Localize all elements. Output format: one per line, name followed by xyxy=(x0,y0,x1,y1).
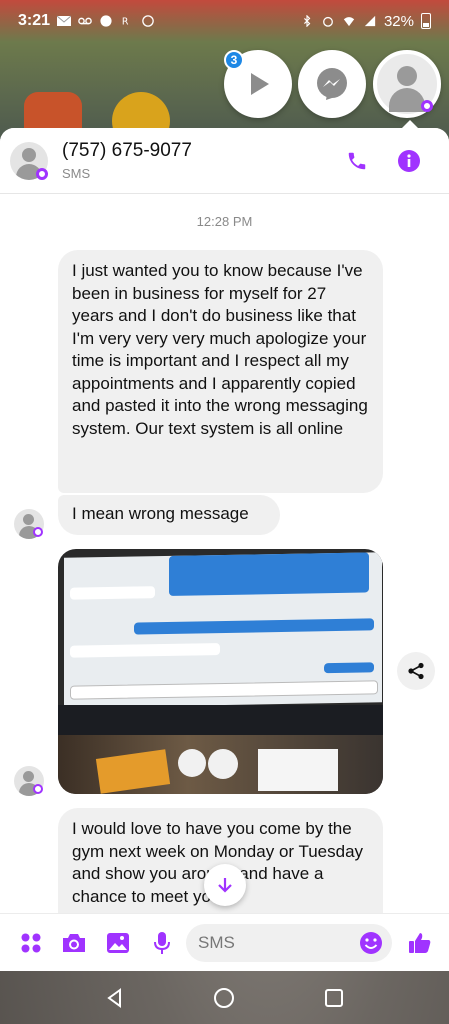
chat-head-status-dot xyxy=(421,100,433,112)
photo-monitor-screen xyxy=(64,552,382,708)
chat-window: (757) 675-9077 SMS 12:28 PM I just wante… xyxy=(0,128,449,971)
message-timestamp: 12:28 PM xyxy=(196,214,253,229)
recents-button[interactable] xyxy=(322,986,346,1010)
image-icon xyxy=(107,933,129,953)
scroll-to-bottom-button[interactable] xyxy=(204,864,246,906)
photo-detail xyxy=(70,586,155,600)
bluetooth-icon xyxy=(304,15,311,27)
battery-icon xyxy=(421,13,431,29)
avatar-body xyxy=(389,88,425,112)
home-icon xyxy=(214,987,235,1008)
mic-icon xyxy=(154,932,170,954)
status-time: 3:21 xyxy=(18,12,51,29)
photo-detail xyxy=(258,749,338,791)
app-notification-icon xyxy=(100,15,112,27)
notification-badge: 3 xyxy=(224,50,244,70)
photo-taskbar xyxy=(58,705,383,735)
more-actions-button[interactable] xyxy=(18,930,44,956)
message-bubble[interactable]: I just wanted you to know because I've b… xyxy=(58,250,383,493)
back-icon xyxy=(107,987,121,1008)
signal-icon xyxy=(364,15,376,27)
contact-subtitle: SMS xyxy=(62,166,91,181)
home-button[interactable] xyxy=(212,986,236,1010)
header-status-dot xyxy=(36,168,48,180)
camera-button[interactable] xyxy=(61,930,87,956)
like-button[interactable] xyxy=(407,930,433,956)
emoji-button[interactable] xyxy=(358,930,384,956)
contact-name[interactable]: (757) 675-9077 xyxy=(62,140,192,162)
menu-dots-icon xyxy=(21,933,41,953)
photo-detail xyxy=(169,552,369,596)
mail-icon xyxy=(57,15,72,26)
emoji-icon xyxy=(360,932,382,954)
navigation-bar xyxy=(0,971,449,1024)
info-icon xyxy=(398,150,420,172)
photo-detail xyxy=(70,643,220,658)
composer xyxy=(0,913,449,971)
message-bubble[interactable]: I mean wrong message xyxy=(58,495,280,535)
messenger-icon xyxy=(317,68,347,100)
photo-detail xyxy=(134,618,374,635)
status-bar: 3:21 R 32% xyxy=(0,0,449,42)
wifi-icon xyxy=(343,17,355,27)
avatar-head xyxy=(23,771,34,782)
voice-button[interactable] xyxy=(149,930,175,956)
avatar-head xyxy=(397,66,417,86)
arrow-down-icon xyxy=(218,878,232,893)
camera-icon xyxy=(63,934,85,952)
sender-status-dot xyxy=(33,527,43,537)
chat-head-messenger[interactable] xyxy=(298,50,366,118)
sender-status-dot xyxy=(33,784,43,794)
alarm-icon xyxy=(323,16,333,27)
status-left: 3:21 R xyxy=(18,12,155,30)
photo-detail xyxy=(178,749,206,777)
gallery-button[interactable] xyxy=(105,930,131,956)
avatar-head xyxy=(22,148,36,162)
battery-percent: 32% xyxy=(383,12,414,30)
recents-icon xyxy=(325,988,344,1007)
voicemail-icon xyxy=(78,17,92,25)
photo-message[interactable] xyxy=(58,549,383,794)
photo-detail xyxy=(70,680,378,700)
share-icon xyxy=(408,662,424,680)
status-right: 32% xyxy=(300,13,431,30)
photo-detail xyxy=(324,662,374,674)
svg-text:R: R xyxy=(122,16,129,27)
back-button[interactable] xyxy=(103,986,127,1010)
app-notification-icon-2: R xyxy=(122,16,129,27)
photo-detail xyxy=(208,749,238,779)
thumbs-up-icon xyxy=(409,933,431,953)
messenger-status-icon xyxy=(142,15,154,27)
play-icon xyxy=(251,73,269,95)
chat-header: (757) 675-9077 SMS xyxy=(0,128,449,194)
call-button[interactable] xyxy=(342,146,372,176)
avatar-head xyxy=(23,514,34,525)
info-button[interactable] xyxy=(394,146,424,176)
share-button[interactable] xyxy=(397,652,435,690)
phone-icon xyxy=(348,152,366,170)
